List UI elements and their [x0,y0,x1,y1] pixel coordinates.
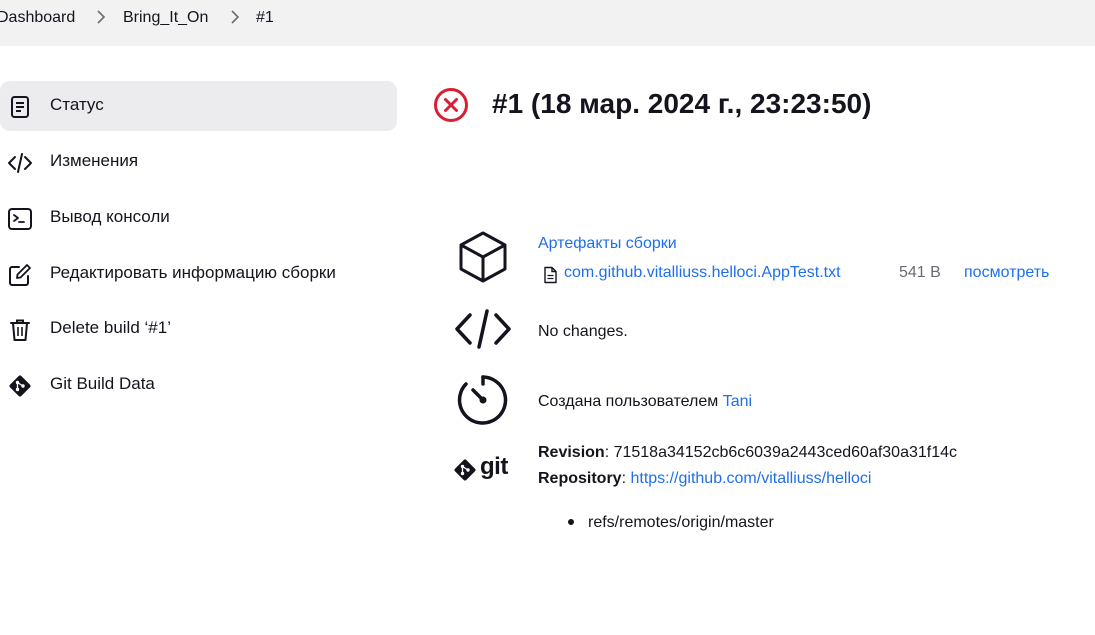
git-revision: Revision: 71518a34152cb6c6039a2443ced60a… [538,444,957,462]
document-icon [11,96,29,118]
failed-status-icon [434,88,468,122]
chevron-right-icon [97,10,106,24]
chevron-right-icon [231,10,240,24]
page-title: #1 (18 мар. 2024 г., 23:23:50) [492,88,872,119]
file-icon [544,266,557,284]
sidebar-item-label: Вывод консоли [50,207,170,226]
artifacts-heading-link[interactable]: Артефакты сборки [538,235,677,253]
bullet [568,519,574,525]
git-logo-text: git [480,453,508,480]
git-repository: Repository: https://github.com/vitallius… [538,470,871,488]
terminal-icon [8,208,32,230]
repository-link[interactable]: https://github.com/vitalliuss/helloci [630,470,871,487]
trash-icon [10,319,30,341]
revision-label: Revision [538,444,605,461]
git-logo-icon [454,459,476,481]
artifact-file-size: 541 B [899,264,941,281]
timer-icon [457,375,508,425]
started-by-prefix: Создана пользователем [538,393,719,410]
sidebar-item-edit-build-info[interactable]: Редактировать информацию сборки [0,249,397,299]
breadcrumb-job[interactable]: Bring_It_On [123,9,208,27]
package-icon [459,231,507,283]
breadcrumb-build[interactable]: #1 [256,9,274,27]
sidebar-item-label: Редактировать информацию сборки [50,263,336,282]
user-link[interactable]: Tani [723,393,752,410]
repository-label: Repository [538,470,622,487]
artifact-file-link[interactable]: com.github.vitalliuss.helloci.AppTest.tx… [564,264,841,282]
sidebar-item-label: Статус [50,95,104,114]
branch-item: refs/remotes/origin/master [588,514,774,531]
git-icon [9,375,31,397]
breadcrumb-dashboard[interactable]: Dashboard [0,9,75,27]
started-by-text: Создана пользователем Tani [538,393,752,411]
sidebar-item-changes[interactable]: Изменения [0,137,397,187]
breadcrumb-bar: Dashboard Bring_It_On #1 [0,0,1095,46]
sidebar-item-status[interactable]: Статус [0,81,397,131]
sidebar-item-label: Delete build ‘#1’ [50,318,171,337]
sidebar-item-delete-build[interactable]: Delete build ‘#1’ [0,304,397,354]
sidebar-item-label: Git Build Data [50,374,155,393]
sidebar-item-console[interactable]: Вывод консоли [0,193,397,243]
revision-value: : 71518a34152cb6c6039a2443ced60af30a31f1… [604,444,958,461]
code-icon [8,153,32,173]
sidebar-item-git-build-data[interactable]: Git Build Data [0,360,397,410]
edit-icon [9,264,31,286]
artifact-view-link[interactable]: посмотреть [964,264,1049,282]
no-changes-text: No changes. [538,323,628,340]
sidebar-item-label: Изменения [50,151,139,170]
code-icon [455,309,511,349]
